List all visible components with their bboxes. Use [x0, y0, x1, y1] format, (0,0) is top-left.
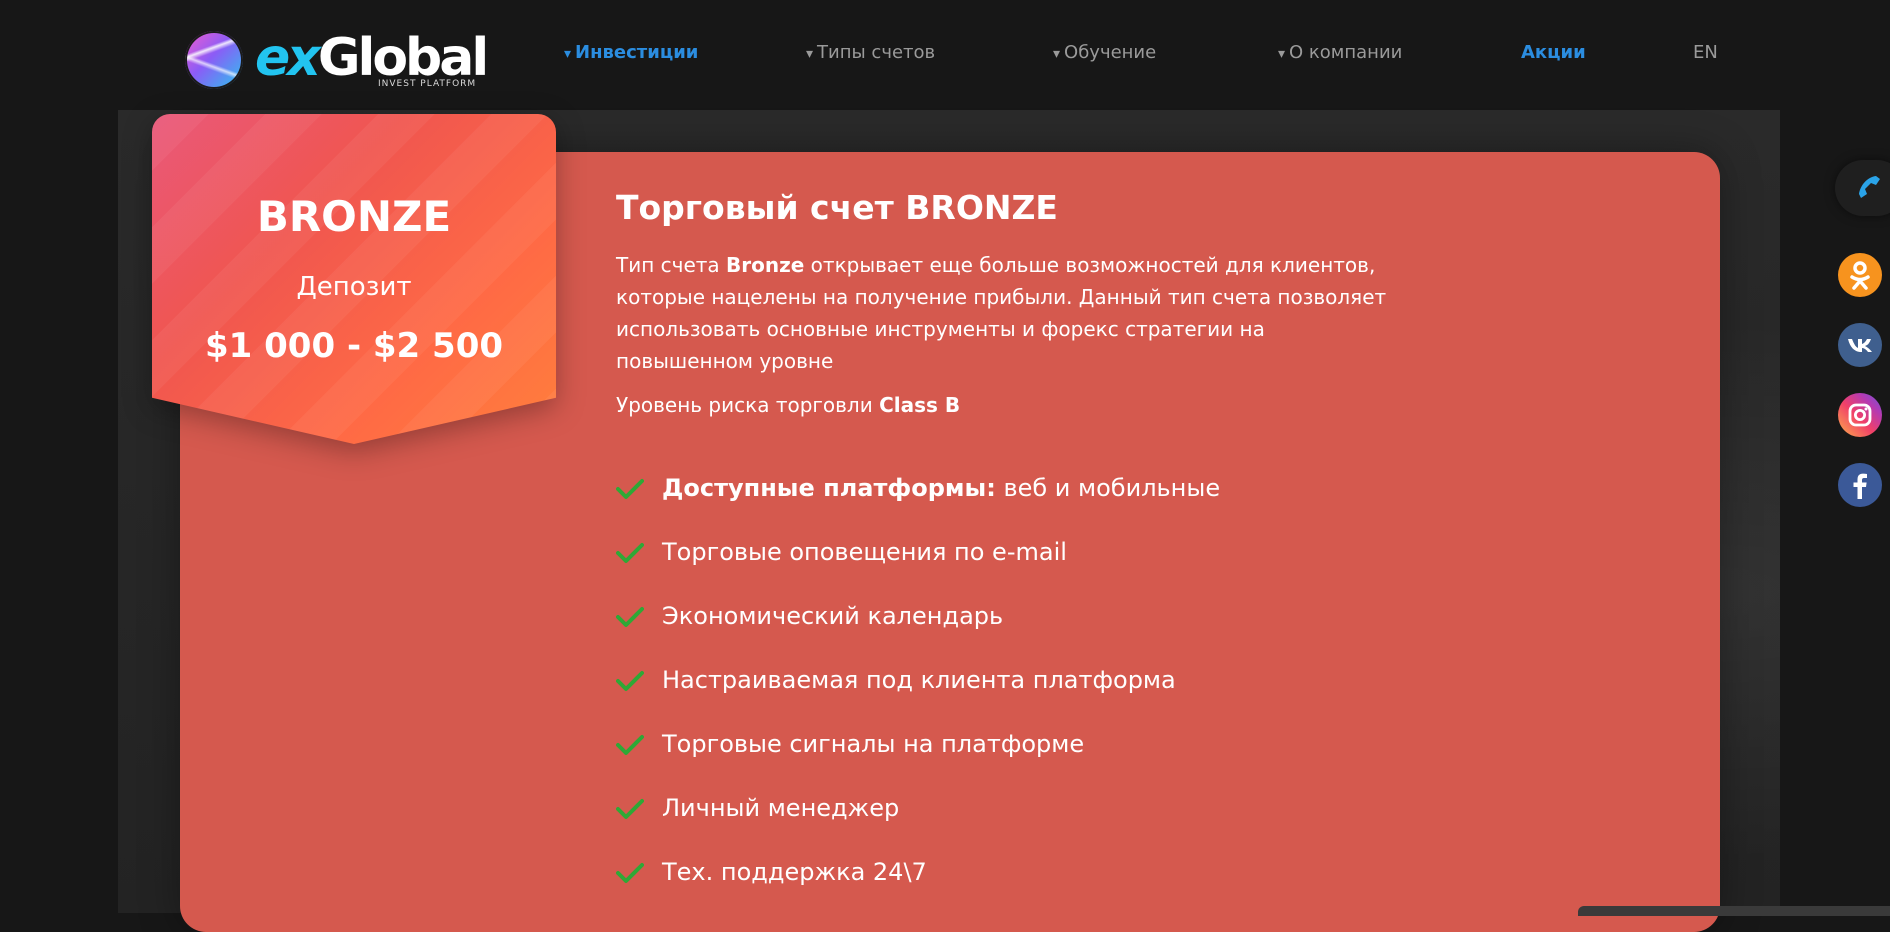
- account-badge: BRONZE Депозит $1 000 - $2 500: [152, 114, 556, 444]
- vk-link[interactable]: [1838, 323, 1882, 367]
- feature-label: Доступные платформы: веб и мобильные: [662, 474, 1221, 502]
- checkmark-icon: [616, 479, 644, 499]
- risk-level: Уровень риска торговли Class B: [616, 393, 961, 417]
- site-header: exGlobal INVEST PLATFORM ▾ Инвестиции ▾ Ти…: [0, 0, 1890, 110]
- feature-item: Настраиваемая под клиента платформа: [616, 666, 1220, 730]
- checkmark-icon: [616, 543, 644, 563]
- badge-title: BRONZE: [256, 192, 452, 241]
- phone-button[interactable]: [1835, 160, 1890, 216]
- facebook-link[interactable]: [1838, 463, 1882, 507]
- logo-tagline: INVEST PLATFORM: [378, 79, 477, 89]
- feature-label: Экономический календарь: [662, 602, 1004, 630]
- checkmark-icon: [616, 671, 644, 691]
- nav-promotions-label: Акции: [1521, 42, 1586, 63]
- nav-education[interactable]: ▾ Обучение: [1053, 42, 1156, 63]
- feature-item: Тех. поддержка 24\7: [616, 858, 1220, 922]
- feature-label: Личный менеджер: [662, 794, 900, 822]
- nav-account-types-label: Типы счетов: [817, 42, 936, 63]
- instagram-icon: [1848, 403, 1872, 427]
- badge-deposit-range: $1 000 - $2 500: [204, 326, 504, 366]
- caret-down-icon: ▾: [564, 46, 572, 62]
- account-desc-text: Тип счета Bronze открывает еще больше во…: [616, 253, 1387, 373]
- feature-list: Доступные платформы: веб и мобильные Тор…: [616, 474, 1220, 922]
- account-description: Торговый счет BRONZE Тип счета Bronze от…: [616, 188, 1396, 417]
- checkmark-icon: [616, 863, 644, 883]
- vk-icon: [1848, 339, 1872, 352]
- facebook-icon: [1853, 473, 1867, 499]
- nav-investments-label: Инвестиции: [575, 42, 699, 63]
- checkmark-icon: [616, 607, 644, 627]
- checkmark-icon: [616, 799, 644, 819]
- account-title: Торговый счет BRONZE: [616, 188, 1058, 227]
- nav-investments[interactable]: ▾ Инвестиции: [564, 42, 698, 63]
- language-label: EN: [1693, 42, 1718, 63]
- odnoklassniki-link[interactable]: [1838, 253, 1882, 297]
- feature-item: Торговые сигналы на платформе: [616, 730, 1220, 794]
- badge-deposit-label: Депозит: [296, 272, 412, 302]
- nav-about-label: О компании: [1289, 42, 1403, 63]
- feature-item: Экономический календарь: [616, 602, 1220, 666]
- phone-icon: [1859, 176, 1880, 198]
- caret-down-icon: ▾: [1053, 46, 1061, 62]
- nav-promotions[interactable]: Акции: [1521, 42, 1586, 63]
- feature-label: Торговые сигналы на платформе: [662, 730, 1085, 758]
- feature-label: Торговые оповещения по e-mail: [662, 538, 1067, 566]
- feature-label: Настраиваемая под клиента платформа: [662, 666, 1176, 694]
- checkmark-icon: [616, 735, 644, 755]
- nav-about[interactable]: ▾ О компании: [1278, 42, 1402, 63]
- caret-down-icon: ▾: [806, 46, 814, 62]
- exglobal-logo[interactable]: exGlobal INVEST PLATFORM: [185, 27, 489, 93]
- nav-account-types[interactable]: ▾ Типы счетов: [806, 42, 935, 63]
- caret-down-icon: ▾: [1278, 46, 1286, 62]
- feature-label: Тех. поддержка 24\7: [662, 858, 927, 886]
- bottom-widget-edge: [1578, 906, 1890, 916]
- feature-item: Торговые оповещения по e-mail: [616, 538, 1220, 602]
- globe-logo-icon: [185, 31, 243, 89]
- odnoklassniki-icon: [1850, 261, 1870, 290]
- language-switch[interactable]: EN: [1693, 42, 1718, 63]
- feature-item: Доступные платформы: веб и мобильные: [616, 474, 1220, 538]
- nav-education-label: Обучение: [1064, 42, 1157, 63]
- feature-item: Личный менеджер: [616, 794, 1220, 858]
- instagram-link[interactable]: [1838, 393, 1882, 437]
